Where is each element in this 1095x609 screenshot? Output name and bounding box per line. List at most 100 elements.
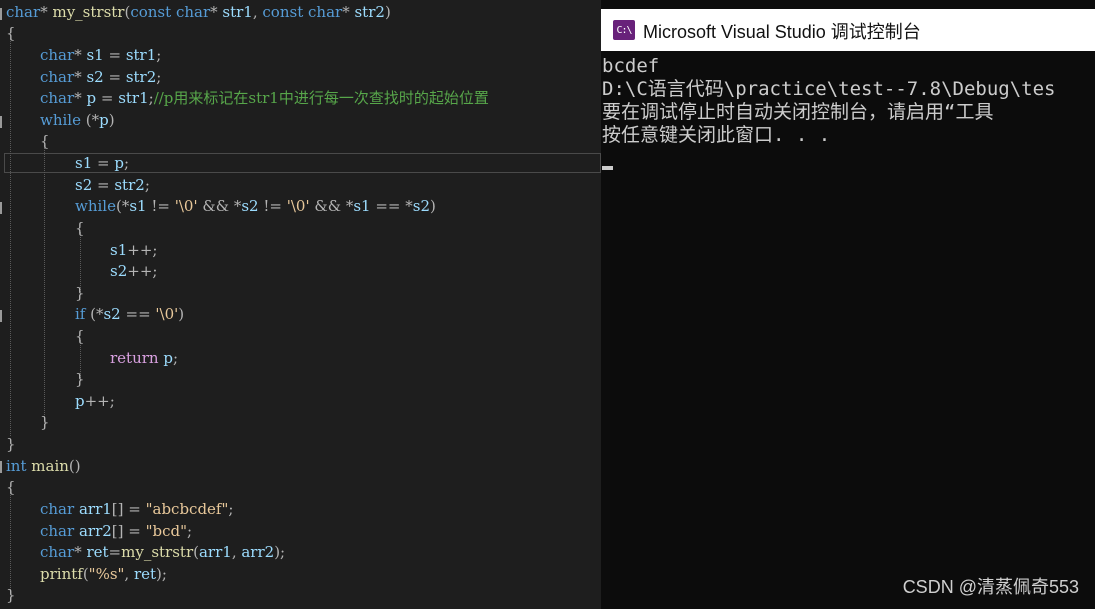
code-token: p xyxy=(99,111,109,129)
code-token: } xyxy=(75,284,85,302)
code-token: (* xyxy=(85,305,104,323)
code-token: * xyxy=(74,68,87,86)
code-line[interactable]: s2++; xyxy=(110,261,157,283)
code-line[interactable]: s1 = p; xyxy=(75,153,129,175)
code-token: * xyxy=(40,3,53,21)
code-line[interactable]: } xyxy=(6,434,16,456)
code-token: s2 xyxy=(110,262,128,280)
code-token: return xyxy=(110,349,159,367)
fold-marker[interactable] xyxy=(0,8,2,20)
code-line[interactable]: } xyxy=(75,283,85,305)
fold-marker[interactable] xyxy=(0,202,2,214)
code-line[interactable]: s2 = str2; xyxy=(75,175,150,197)
code-token: str1 xyxy=(222,3,253,21)
code-token: const xyxy=(262,3,304,21)
code-token: s2 xyxy=(241,197,259,215)
code-token: s2 xyxy=(412,197,431,215)
code-line[interactable]: p++; xyxy=(75,391,115,413)
code-token: = xyxy=(92,154,115,172)
code-token: char xyxy=(40,68,75,86)
code-line[interactable]: char arr2[] = "bcd"; xyxy=(40,521,192,543)
code-token: printf xyxy=(40,565,83,583)
code-token: str2 xyxy=(125,68,157,86)
code-token: ; xyxy=(144,176,150,194)
fold-marker[interactable] xyxy=(0,310,2,322)
code-line[interactable]: { xyxy=(75,326,85,348)
code-line[interactable]: char* s2 = str2; xyxy=(40,67,161,89)
code-token: { xyxy=(75,219,85,237)
code-token: char xyxy=(40,522,75,540)
console-output-line: 要在调试停止时自动关闭控制台，请启用“工具 xyxy=(602,101,994,123)
code-token: * xyxy=(342,3,355,21)
code-token: s2 xyxy=(103,305,121,323)
code-token: p xyxy=(86,89,97,107)
code-line[interactable]: int main() xyxy=(6,456,81,478)
code-line[interactable]: printf("%s", ret); xyxy=(40,564,167,586)
code-token: } xyxy=(40,413,50,431)
code-token: p xyxy=(114,154,124,172)
code-token: arr1 xyxy=(78,500,112,518)
code-token: ; xyxy=(228,500,234,518)
code-token: * xyxy=(74,89,87,107)
code-token: ) xyxy=(178,305,185,323)
code-token: [] = xyxy=(111,522,146,540)
code-line[interactable]: { xyxy=(6,477,16,499)
code-line[interactable]: } xyxy=(6,585,16,607)
code-token: ret xyxy=(86,543,109,561)
debug-console-window[interactable]: C:\ Microsoft Visual Studio 调试控制台 bcdef … xyxy=(601,0,1095,609)
code-line[interactable]: char* p = str1;//p用来标记在str1中进行每一次查找时的起始位… xyxy=(40,88,489,110)
code-token: if xyxy=(75,305,86,323)
code-token: '\0' xyxy=(155,305,179,323)
code-token: "abcbcdef" xyxy=(145,500,229,518)
watermark: CSDN @清蒸佩奇553 xyxy=(902,577,1079,597)
code-line[interactable]: char* my_strstr(const char* str1, const … xyxy=(6,2,391,24)
code-token: { xyxy=(40,132,50,150)
code-line[interactable]: s1++; xyxy=(110,240,157,262)
code-token: = xyxy=(96,89,119,107)
code-line[interactable]: { xyxy=(40,131,50,153)
code-line[interactable]: if (*s2 == '\0') xyxy=(75,304,184,326)
code-token: ; xyxy=(156,68,162,86)
code-line[interactable]: return p; xyxy=(110,348,178,370)
code-token: s1 xyxy=(75,154,93,172)
code-token: p xyxy=(75,392,85,410)
code-token: { xyxy=(75,327,85,345)
code-line[interactable]: char arr1[] = "abcbcdef"; xyxy=(40,499,233,521)
code-token: () xyxy=(68,457,81,475)
code-editor[interactable]: char* my_strstr(const char* str1, const … xyxy=(0,0,601,609)
code-line[interactable]: { xyxy=(75,218,85,240)
code-token: str2 xyxy=(354,3,385,21)
code-token: arr1 xyxy=(198,543,232,561)
code-token: && * xyxy=(197,197,242,215)
code-token: s2 xyxy=(86,68,104,86)
code-line[interactable]: char* ret=my_strstr(arr1, arr2); xyxy=(40,542,285,564)
code-comment: //p用来标记在str1中进行每一次查找时的起始位置 xyxy=(153,89,489,107)
code-token: char xyxy=(308,3,343,21)
code-line[interactable]: } xyxy=(40,412,50,434)
fold-marker[interactable] xyxy=(0,116,2,128)
code-token: main xyxy=(31,457,69,475)
code-token: char xyxy=(6,3,41,21)
code-token: ) xyxy=(430,197,436,215)
code-token: s1 xyxy=(110,241,128,259)
console-titlebar[interactable]: C:\ Microsoft Visual Studio 调试控制台 xyxy=(601,9,1095,51)
code-token: s2 xyxy=(75,176,93,194)
code-line[interactable]: } xyxy=(75,369,85,391)
code-line[interactable]: { xyxy=(6,23,16,45)
code-token: ret xyxy=(133,565,157,583)
code-token: } xyxy=(6,586,16,604)
fold-marker[interactable] xyxy=(0,461,2,473)
code-line[interactable]: while (*p) xyxy=(40,110,115,132)
code-token: ; xyxy=(187,522,193,540)
code-token: s1 xyxy=(86,46,104,64)
code-token: s1 xyxy=(353,197,371,215)
code-line[interactable]: while(*s1 != '\0' && *s2 != '\0' && *s1 … xyxy=(75,196,436,218)
code-token: ++; xyxy=(127,262,158,280)
code-token: ; xyxy=(123,154,130,172)
code-token: { xyxy=(6,24,16,42)
code-line[interactable]: char* s1 = str1; xyxy=(40,45,161,67)
code-token: } xyxy=(75,370,85,388)
code-token: char xyxy=(40,543,75,561)
code-token: char xyxy=(40,500,75,518)
code-token: my_strstr xyxy=(121,543,194,561)
